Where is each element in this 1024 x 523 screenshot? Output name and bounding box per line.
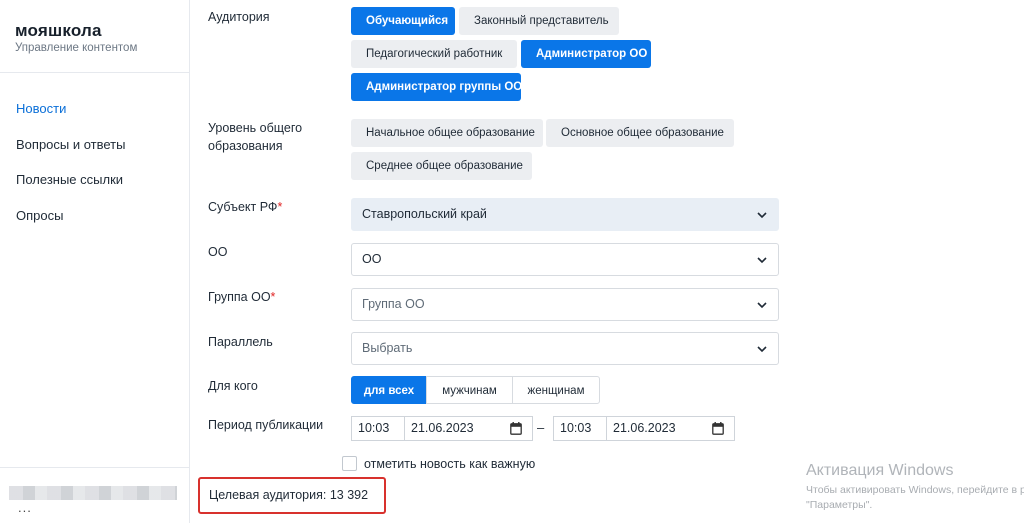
user-panel: ...	[0, 467, 190, 523]
audience-label: Аудитория	[208, 10, 270, 24]
user-name-blurred	[9, 486, 177, 500]
for-whom-men[interactable]: мужчинам	[426, 376, 513, 404]
app-window: мояшкола Управление контентом Новости Во…	[0, 0, 1024, 523]
org-group-select-placeholder: Группа ОО	[362, 297, 425, 311]
windows-activation-title: Активация Windows	[806, 462, 954, 479]
user-more-button[interactable]: ...	[18, 500, 32, 515]
logo-block[interactable]: мояшкола Управление контентом	[0, 0, 190, 73]
logo-subtitle: Управление контентом	[15, 42, 138, 54]
org-group-label: Группа ОО*	[208, 288, 275, 306]
region-label-text: Субъект РФ	[208, 200, 278, 214]
chevron-down-icon	[757, 302, 767, 309]
sidebar-item-faq[interactable]: Вопросы и ответы	[16, 137, 125, 152]
end-date-value: 21.06.2023	[613, 421, 676, 435]
audience-chip-guardian[interactable]: Законный представитель	[459, 7, 619, 35]
start-date-value: 21.06.2023	[411, 421, 474, 435]
windows-activation-line2: "Параметры".	[806, 499, 873, 511]
important-news-label[interactable]: отметить новость как важную	[364, 457, 535, 471]
sidebar-item-polls[interactable]: Опросы	[16, 208, 63, 223]
org-select[interactable]: ОО	[351, 243, 779, 276]
windows-activation-line1: Чтобы активировать Windows, перейдите в …	[806, 484, 1024, 496]
for-whom-label: Для кого	[208, 379, 258, 393]
start-time-input[interactable]: 10:03	[351, 416, 405, 441]
audience-chip-group-admin[interactable]: Администратор группы ОО	[351, 73, 522, 101]
period-label: Период публикации	[208, 418, 324, 432]
audience-chip-teacher[interactable]: Педагогический работник	[351, 40, 517, 68]
required-mark: *	[270, 290, 276, 304]
grade-label: Параллель	[208, 335, 273, 349]
for-whom-all[interactable]: для всех	[351, 376, 427, 404]
audience-chip-school-admin[interactable]: Администратор ОО	[521, 40, 651, 68]
end-time-input[interactable]: 10:03	[553, 416, 607, 441]
org-group-label-text: Группа ОО	[208, 290, 271, 304]
grade-select-placeholder: Выбрать	[362, 341, 413, 355]
org-select-value: ОО	[362, 252, 382, 266]
education-level-label-line1: Уровень общего	[208, 121, 303, 135]
sidebar-item-news[interactable]: Новости	[16, 101, 66, 116]
sidebar: мояшкола Управление контентом Новости Во…	[0, 0, 190, 523]
period-separator: –	[537, 420, 545, 435]
region-label: Субъект РФ*	[208, 198, 282, 216]
chevron-down-icon	[757, 257, 767, 264]
sidebar-item-useful-links[interactable]: Полезные ссылки	[16, 172, 123, 187]
target-audience-box: Целевая аудитория: 13 392	[198, 477, 386, 514]
education-chip-primary[interactable]: Начальное общее образование	[351, 119, 543, 147]
org-group-select[interactable]: Группа ОО	[351, 288, 779, 321]
education-level-label-line2: образования	[208, 139, 283, 153]
chevron-down-icon	[757, 212, 767, 219]
education-level-label: Уровень общего образования	[208, 119, 302, 155]
start-date-input[interactable]: 21.06.2023	[404, 416, 533, 441]
calendar-icon[interactable]	[712, 422, 724, 435]
important-news-checkbox[interactable]	[342, 456, 357, 471]
education-chip-basic[interactable]: Основное общее образование	[546, 119, 734, 147]
region-select-value: Ставропольский край	[362, 207, 487, 221]
grade-select[interactable]: Выбрать	[351, 332, 779, 365]
region-select[interactable]: Ставропольский край	[351, 198, 779, 231]
audience-chip-student[interactable]: Обучающийся	[351, 7, 455, 35]
target-audience-count: Целевая аудитория: 13 392	[209, 488, 369, 502]
for-whom-women[interactable]: женщинам	[512, 376, 600, 404]
education-chip-secondary[interactable]: Среднее общее образование	[351, 152, 532, 180]
calendar-icon[interactable]	[510, 422, 522, 435]
required-mark: *	[277, 200, 283, 214]
end-date-input[interactable]: 21.06.2023	[606, 416, 735, 441]
logo-title: мояшкола	[15, 21, 102, 40]
chevron-down-icon	[757, 346, 767, 353]
org-label: ОО	[208, 245, 228, 259]
